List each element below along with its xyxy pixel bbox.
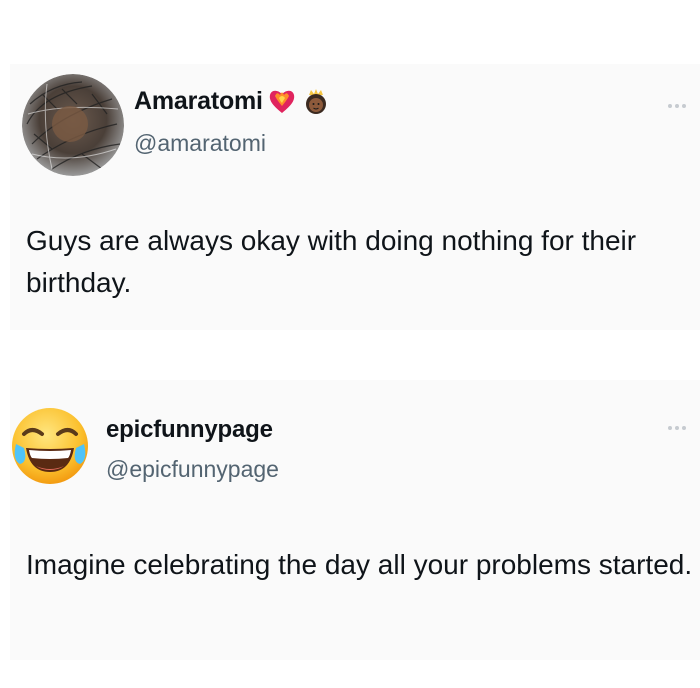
tweet-card[interactable]: Amaratomi @amaratomi Guys are always oka… (10, 64, 700, 330)
tweet-text: Imagine celebrating the day all your pro… (26, 549, 693, 580)
tweet-card[interactable]: epicfunnypage @epicfunnypage Imagine cel… (10, 380, 700, 660)
avatar[interactable] (10, 406, 90, 486)
author-handle[interactable]: @epicfunnypage (106, 456, 279, 483)
author-row: Amaratomi (134, 86, 331, 116)
tweet-screenshot: Amaratomi @amaratomi Guys are always oka… (0, 0, 700, 688)
author-row: epicfunnypage (106, 416, 273, 444)
more-options-icon[interactable] (668, 426, 686, 430)
avatar[interactable] (22, 74, 124, 176)
princess-icon (301, 86, 331, 116)
author-name[interactable]: Amaratomi (134, 87, 263, 116)
tweet-text: Guys are always okay with doing nothing … (26, 225, 637, 298)
heart-on-fire-icon (267, 86, 297, 116)
author-handle[interactable]: @amaratomi (134, 130, 266, 157)
author-name[interactable]: epicfunnypage (106, 416, 273, 444)
more-options-icon[interactable] (668, 104, 686, 108)
